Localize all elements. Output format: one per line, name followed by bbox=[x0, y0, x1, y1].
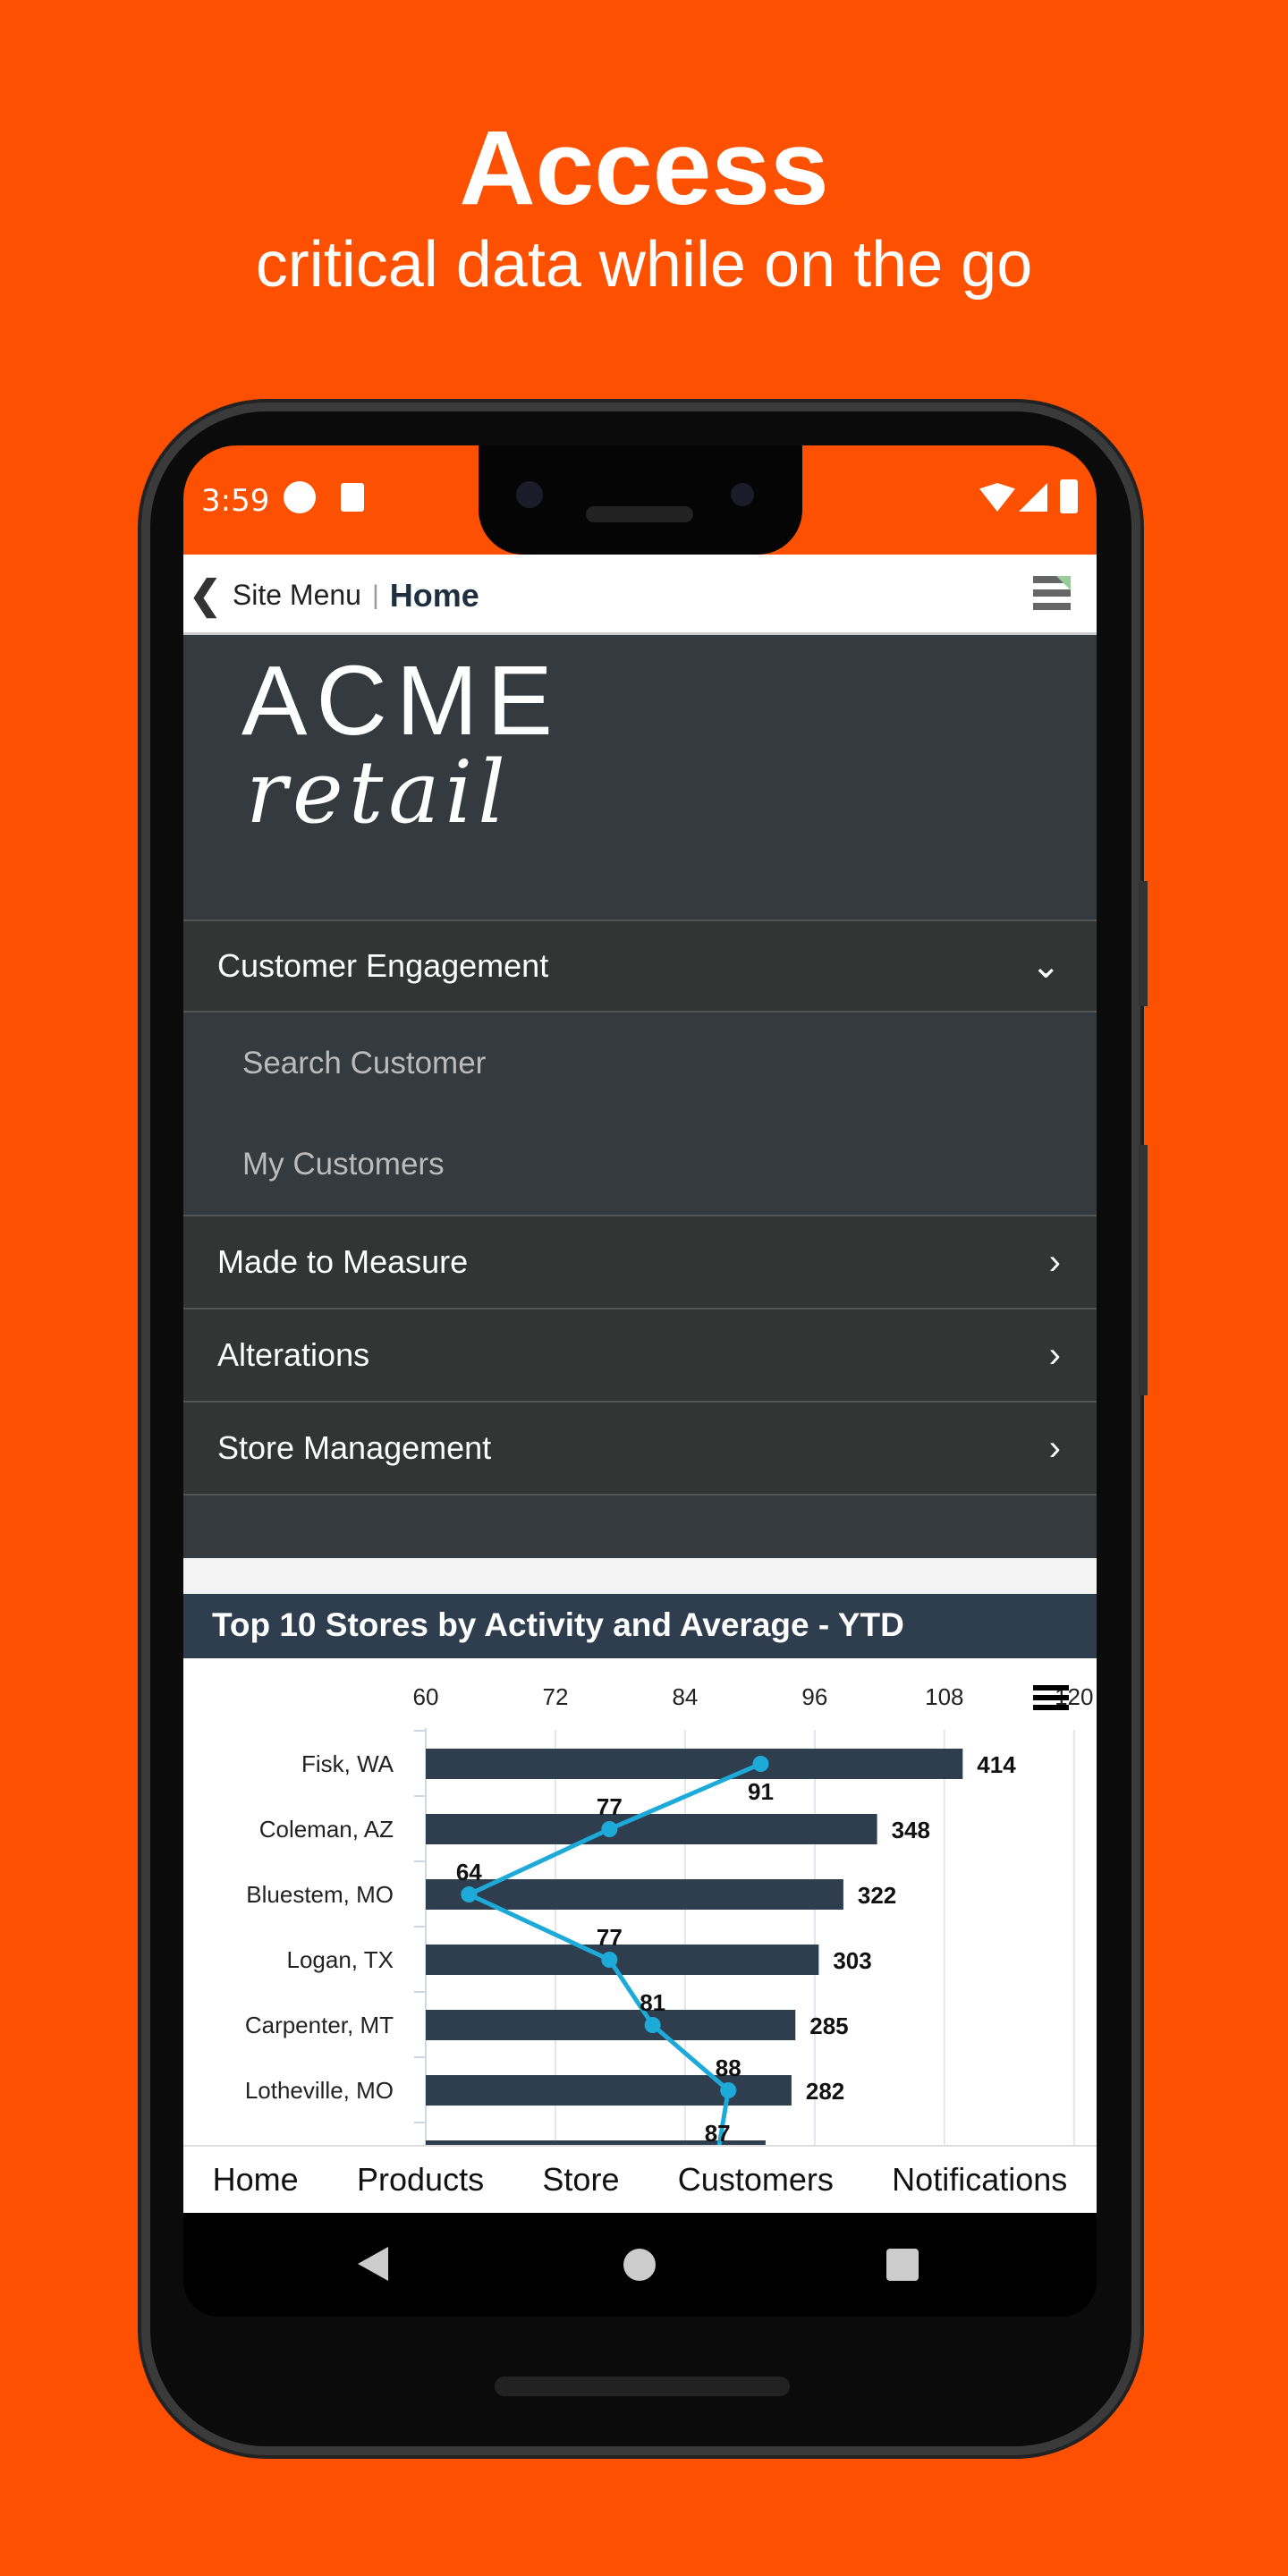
x-tick-label: 84 bbox=[672, 1683, 698, 1710]
chart-svg: 60 72 84 96 108 120Fisk, WA 414Coleman, AZ 348B… bbox=[245, 1683, 1093, 2145]
chevron-right-icon: › bbox=[1048, 1241, 1061, 1282]
average-point bbox=[461, 1886, 478, 1902]
bar-value-label: 282 bbox=[806, 2078, 844, 2105]
android-nav-bar bbox=[183, 2213, 1097, 2317]
app-notification-icon bbox=[284, 481, 316, 513]
menu-icon[interactable] bbox=[1033, 576, 1071, 614]
bottom-tabs: Home Products Store Customers Notificati… bbox=[183, 2145, 1097, 2213]
divider: | bbox=[371, 580, 379, 610]
camera-icon bbox=[731, 483, 754, 506]
chart: 60 72 84 96 108 120 Fisk, WA 414 Coleman, AZ 348 B… bbox=[183, 1658, 1097, 2145]
back-nav-icon[interactable] bbox=[358, 2247, 388, 2281]
x-tick-label: 60 bbox=[413, 1683, 439, 1710]
chevron-left-icon: ❮ bbox=[189, 573, 222, 617]
x-tick-label: 72 bbox=[542, 1683, 568, 1710]
bar bbox=[426, 2010, 796, 2040]
promo-subtitle: critical data while on the go bbox=[255, 229, 1033, 301]
category-label: Fisk, WA bbox=[301, 1750, 394, 1777]
content-gap bbox=[183, 1558, 1097, 1594]
menu-alterations[interactable]: Alterations › bbox=[183, 1309, 1097, 1402]
back-label: Site Menu bbox=[232, 579, 361, 611]
menu-customer-engagement[interactable]: Customer Engagement ⌄ bbox=[183, 919, 1097, 1013]
menu-label: Alterations bbox=[217, 1336, 370, 1373]
recents-nav-icon[interactable] bbox=[886, 2249, 919, 2281]
bar bbox=[426, 1814, 877, 1844]
average-label: 81 bbox=[640, 1989, 665, 2016]
bar-value-label: 414 bbox=[977, 1751, 1016, 1778]
speaker-grille bbox=[586, 506, 693, 522]
bar-value-label: 303 bbox=[833, 1947, 871, 1974]
average-label: 91 bbox=[748, 1778, 774, 1805]
tab-products[interactable]: Products bbox=[357, 2161, 484, 2199]
back-button[interactable]: ❮ Site Menu | Home bbox=[189, 572, 479, 618]
camera-notch bbox=[479, 445, 802, 555]
tab-notifications[interactable]: Notifications bbox=[892, 2161, 1067, 2199]
submenu-my-customers[interactable]: My Customers bbox=[183, 1114, 1097, 1216]
average-label: 87 bbox=[705, 2120, 731, 2145]
chevron-right-icon: › bbox=[1048, 1335, 1061, 1375]
power-button bbox=[1139, 881, 1148, 1006]
bar-value-label: 322 bbox=[858, 1882, 896, 1909]
promo-title: Access bbox=[459, 109, 829, 227]
wifi-icon bbox=[979, 483, 1015, 512]
logo-acme: ACME bbox=[242, 646, 562, 756]
average-label: 77 bbox=[597, 1924, 623, 1951]
category-label: Bluestem, MO bbox=[246, 1881, 394, 1908]
logo-retail: retail bbox=[246, 742, 511, 843]
chevron-down-icon: ⌄ bbox=[1030, 946, 1061, 986]
category-label: Logan, TX bbox=[286, 1946, 394, 1973]
current-page: Home bbox=[389, 576, 479, 614]
tab-customers[interactable]: Customers bbox=[678, 2161, 834, 2199]
menu-label: Store Management bbox=[217, 1429, 492, 1466]
average-point bbox=[720, 2082, 737, 2098]
camera-icon bbox=[516, 481, 543, 508]
tab-home[interactable]: Home bbox=[213, 2161, 299, 2199]
chart-title: Top 10 Stores by Activity and Average - … bbox=[183, 1594, 1097, 1658]
signal-icon bbox=[1019, 483, 1047, 512]
battery-icon bbox=[1060, 479, 1078, 513]
bar-value-label: 285 bbox=[809, 2012, 848, 2039]
average-point bbox=[601, 1952, 618, 1968]
sd-card-icon bbox=[341, 483, 364, 512]
category-label: Lotheville, MO bbox=[245, 2077, 394, 2104]
average-label: 64 bbox=[456, 1859, 482, 1885]
average-point bbox=[601, 1821, 618, 1837]
menu-store-management[interactable]: Store Management › bbox=[183, 1402, 1097, 1496]
category-label: Carpenter, MT bbox=[245, 2012, 394, 2038]
tab-store[interactable]: Store bbox=[542, 2161, 619, 2199]
average-label: 88 bbox=[716, 2055, 741, 2081]
menu-spacer bbox=[183, 1496, 1097, 1558]
category-label: Coleman, AZ bbox=[259, 1816, 394, 1843]
volume-button bbox=[1139, 1145, 1148, 1395]
average-label: 77 bbox=[597, 1793, 623, 1820]
chart-menu-icon[interactable] bbox=[1033, 1685, 1069, 1710]
menu-label: Customer Engagement bbox=[217, 947, 549, 984]
chevron-right-icon: › bbox=[1048, 1428, 1061, 1468]
bar bbox=[426, 1749, 963, 1779]
average-point bbox=[644, 2017, 661, 2033]
submenu-search-customer[interactable]: Search Customer bbox=[183, 1013, 1097, 1114]
x-tick-label: 108 bbox=[925, 1683, 963, 1710]
home-nav-icon[interactable] bbox=[623, 2249, 656, 2281]
bar-value-label: 348 bbox=[892, 1817, 930, 1843]
average-point bbox=[752, 1756, 769, 1772]
x-tick-label: 96 bbox=[801, 1683, 827, 1710]
menu-made-to-measure[interactable]: Made to Measure › bbox=[183, 1216, 1097, 1309]
bottom-speaker bbox=[495, 2377, 790, 2396]
app-header: ❮ Site Menu | Home bbox=[183, 555, 1097, 635]
phone-screen: 3:59 ❮ Site Menu | Home ACME retail Cust… bbox=[183, 445, 1097, 2317]
menu-label: Made to Measure bbox=[217, 1243, 469, 1280]
status-time: 3:59 bbox=[201, 483, 270, 519]
